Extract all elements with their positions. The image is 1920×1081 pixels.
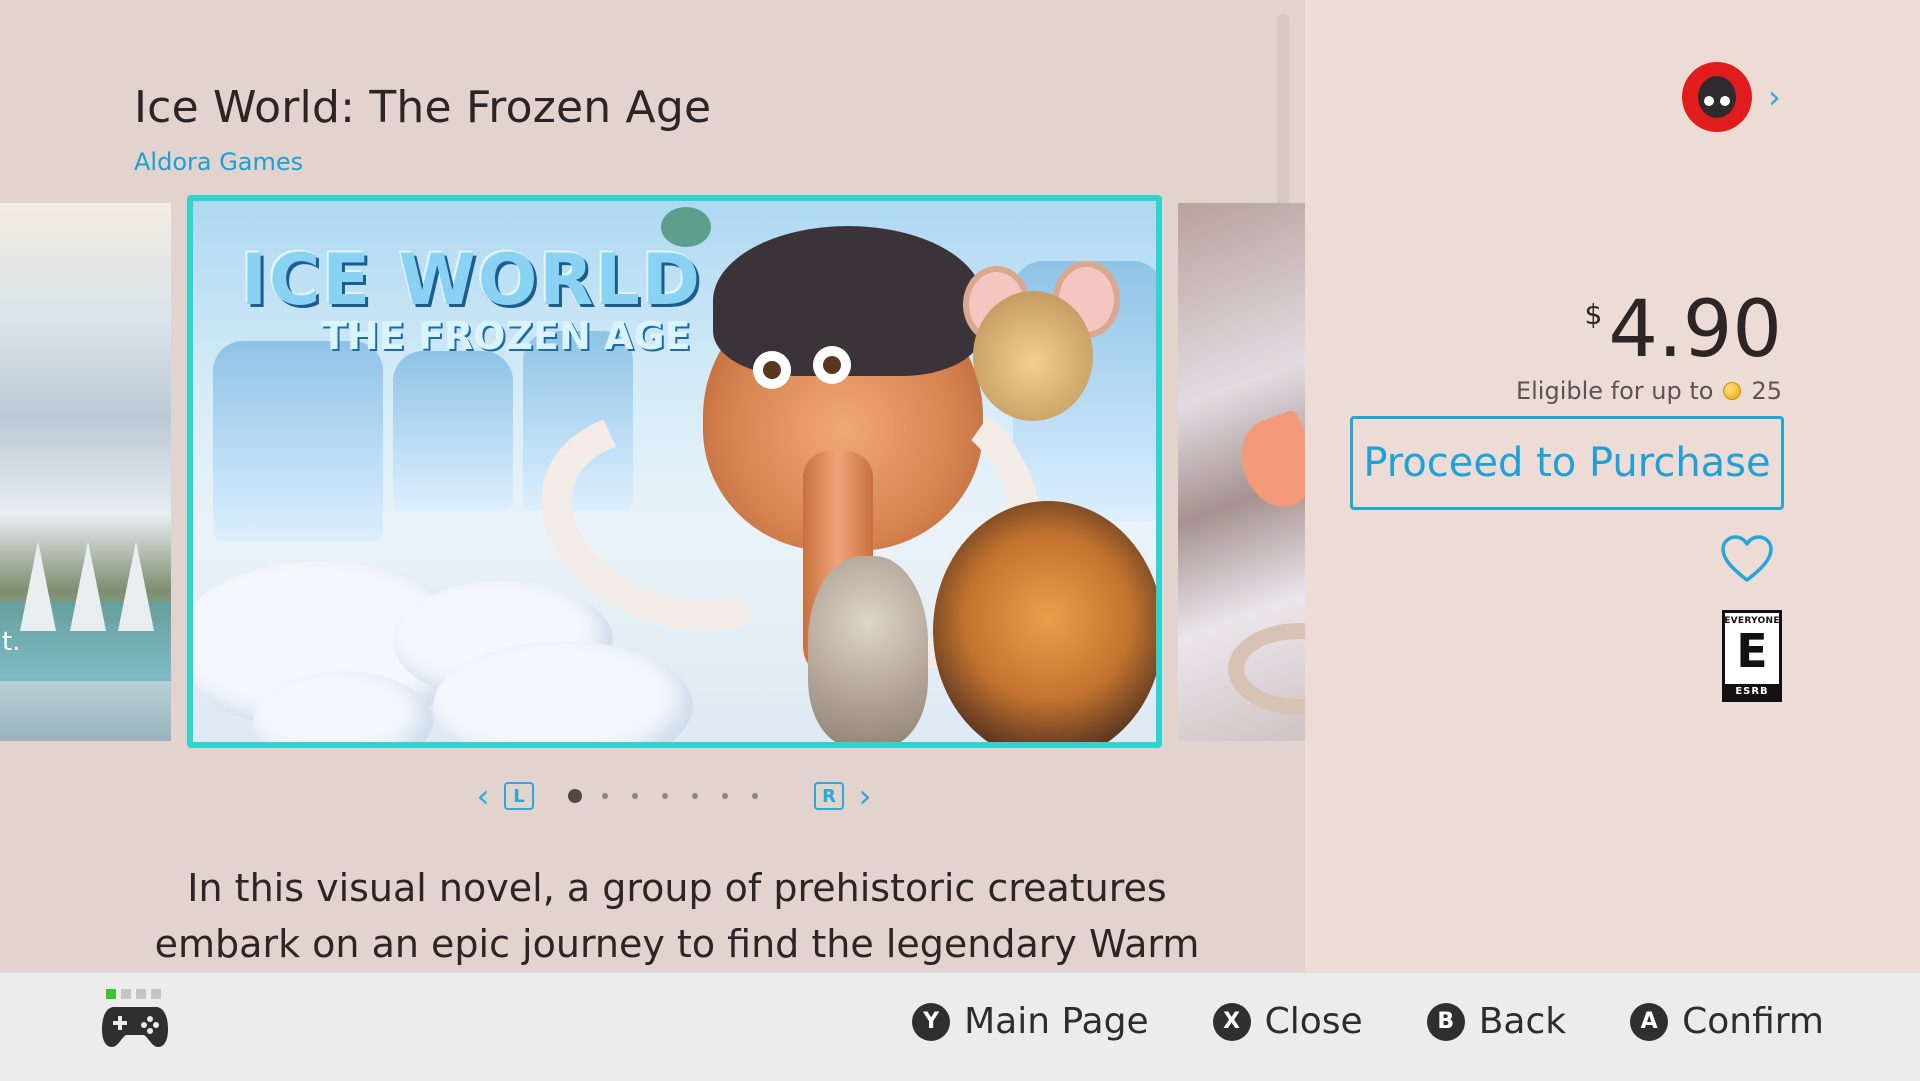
hint-label: Close bbox=[1264, 1001, 1363, 1042]
player-pip bbox=[151, 989, 161, 999]
rating-letter: E bbox=[1736, 624, 1768, 678]
r-button-icon[interactable]: R bbox=[814, 782, 844, 810]
y-button-icon: Y bbox=[912, 1002, 951, 1041]
chevron-right-icon[interactable]: › bbox=[850, 777, 880, 815]
page-dot[interactable] bbox=[752, 793, 758, 799]
page-dot[interactable] bbox=[632, 793, 638, 799]
points-label: Eligible for up to bbox=[1515, 377, 1714, 405]
gamepad-icon bbox=[102, 1007, 168, 1047]
hero-cat-character bbox=[808, 556, 928, 742]
ice-formation bbox=[213, 341, 383, 541]
esrb-rating-badge: EVERYONE E ESRB bbox=[1722, 610, 1782, 702]
gold-points-eligibility: Eligible for up to 25 bbox=[1516, 377, 1782, 405]
carousel-pager: ‹ L R › bbox=[468, 776, 888, 816]
hint-label: Back bbox=[1478, 1001, 1567, 1042]
price-value: 4.90 bbox=[1608, 285, 1782, 375]
hero-screenshot[interactable]: ICE WORLD THE FROZEN AGE bbox=[187, 195, 1162, 748]
page-dot[interactable] bbox=[722, 793, 728, 799]
coin-icon bbox=[1723, 382, 1742, 400]
hint-confirm[interactable]: A Confirm bbox=[1630, 1001, 1824, 1042]
rating-bottom-text: ESRB bbox=[1725, 684, 1779, 699]
player-pip bbox=[136, 989, 146, 999]
x-button-icon: X bbox=[1212, 1002, 1251, 1041]
carousel-thumb-previous[interactable]: t. bbox=[0, 203, 171, 741]
publisher-link[interactable]: Aldora Games bbox=[134, 148, 303, 176]
avatar-face bbox=[1698, 76, 1736, 118]
page-dot[interactable] bbox=[662, 793, 668, 799]
mammoth-eye bbox=[813, 346, 851, 384]
user-avatar-icon[interactable] bbox=[1682, 62, 1752, 132]
hero-logo-subtitle: THE FROZEN AGE bbox=[321, 314, 691, 358]
mammoth-eye bbox=[753, 351, 791, 389]
heart-icon[interactable] bbox=[1720, 534, 1774, 584]
player-indicator bbox=[106, 989, 170, 999]
controller-status[interactable] bbox=[100, 989, 170, 1059]
a-button-icon: A bbox=[1630, 1002, 1669, 1041]
thumb-caption-fragment: t. bbox=[2, 627, 21, 657]
avatar-eye bbox=[1704, 96, 1714, 106]
price: $ 4.90 bbox=[1585, 290, 1783, 370]
hint-main-page[interactable]: Y Main Page bbox=[912, 1001, 1149, 1042]
thumb-ring bbox=[1228, 623, 1305, 715]
bottom-hint-bar: Y Main Page X Close B Back A Confirm bbox=[0, 972, 1920, 1081]
page-dot[interactable] bbox=[692, 793, 698, 799]
page-dot-active[interactable] bbox=[568, 789, 582, 803]
thumb-leaf bbox=[1229, 408, 1305, 518]
page-indicator bbox=[568, 789, 782, 803]
ice-formation bbox=[393, 351, 513, 511]
chevron-right-icon[interactable]: › bbox=[1768, 78, 1781, 116]
thumb-tree bbox=[118, 541, 154, 631]
hero-mammoth-hair bbox=[713, 226, 983, 376]
thumb-tree bbox=[20, 541, 56, 631]
page-title: Ice World: The Frozen Age bbox=[134, 82, 712, 133]
player-pip bbox=[106, 989, 116, 999]
hero-lion-character bbox=[933, 501, 1156, 742]
hero-logo-title: ICE WORLD bbox=[241, 239, 702, 321]
price-currency: $ bbox=[1584, 298, 1603, 331]
l-button-icon[interactable]: L bbox=[504, 782, 534, 810]
proceed-to-purchase-button[interactable]: Proceed to Purchase bbox=[1350, 416, 1784, 510]
hint-label: Confirm bbox=[1682, 1001, 1824, 1042]
chevron-left-icon[interactable]: ‹ bbox=[468, 777, 498, 815]
hint-label: Main Page bbox=[964, 1001, 1149, 1042]
b-button-icon: B bbox=[1426, 1002, 1465, 1041]
hint-back[interactable]: B Back bbox=[1426, 1001, 1567, 1042]
thumb-tree bbox=[70, 541, 106, 631]
points-value: 25 bbox=[1751, 377, 1782, 405]
button-hints: Y Main Page X Close B Back A Confirm bbox=[848, 1001, 1824, 1042]
hero-rodent-character bbox=[973, 291, 1093, 421]
carousel-thumb-next[interactable] bbox=[1178, 203, 1305, 741]
avatar-eye bbox=[1720, 96, 1730, 106]
player-pip bbox=[121, 989, 131, 999]
hint-close[interactable]: X Close bbox=[1212, 1001, 1363, 1042]
page-dot[interactable] bbox=[602, 793, 608, 799]
account-switcher[interactable]: › bbox=[1682, 62, 1781, 132]
